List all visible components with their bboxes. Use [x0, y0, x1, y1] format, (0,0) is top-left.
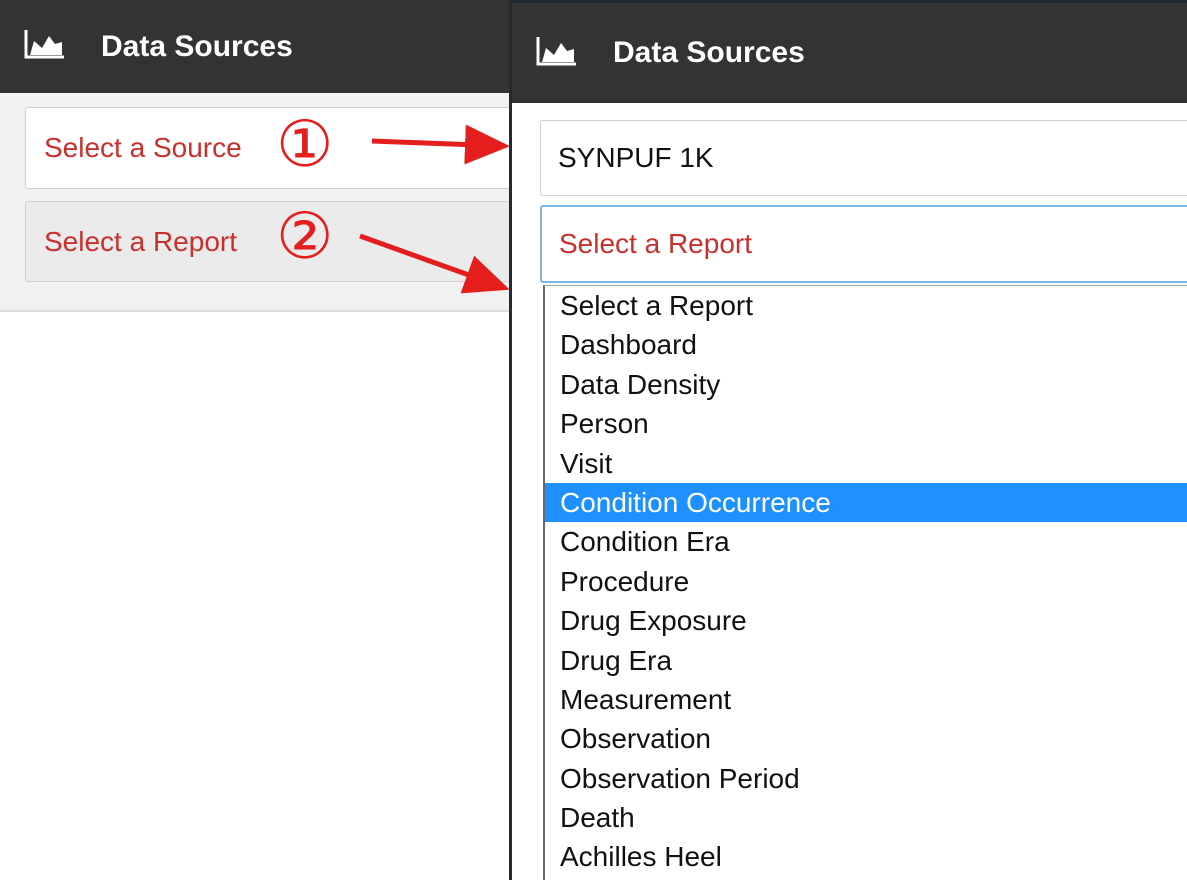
arrow-1 [371, 124, 510, 165]
annotation-arrows [359, 124, 510, 294]
arrow-2 [359, 233, 510, 294]
